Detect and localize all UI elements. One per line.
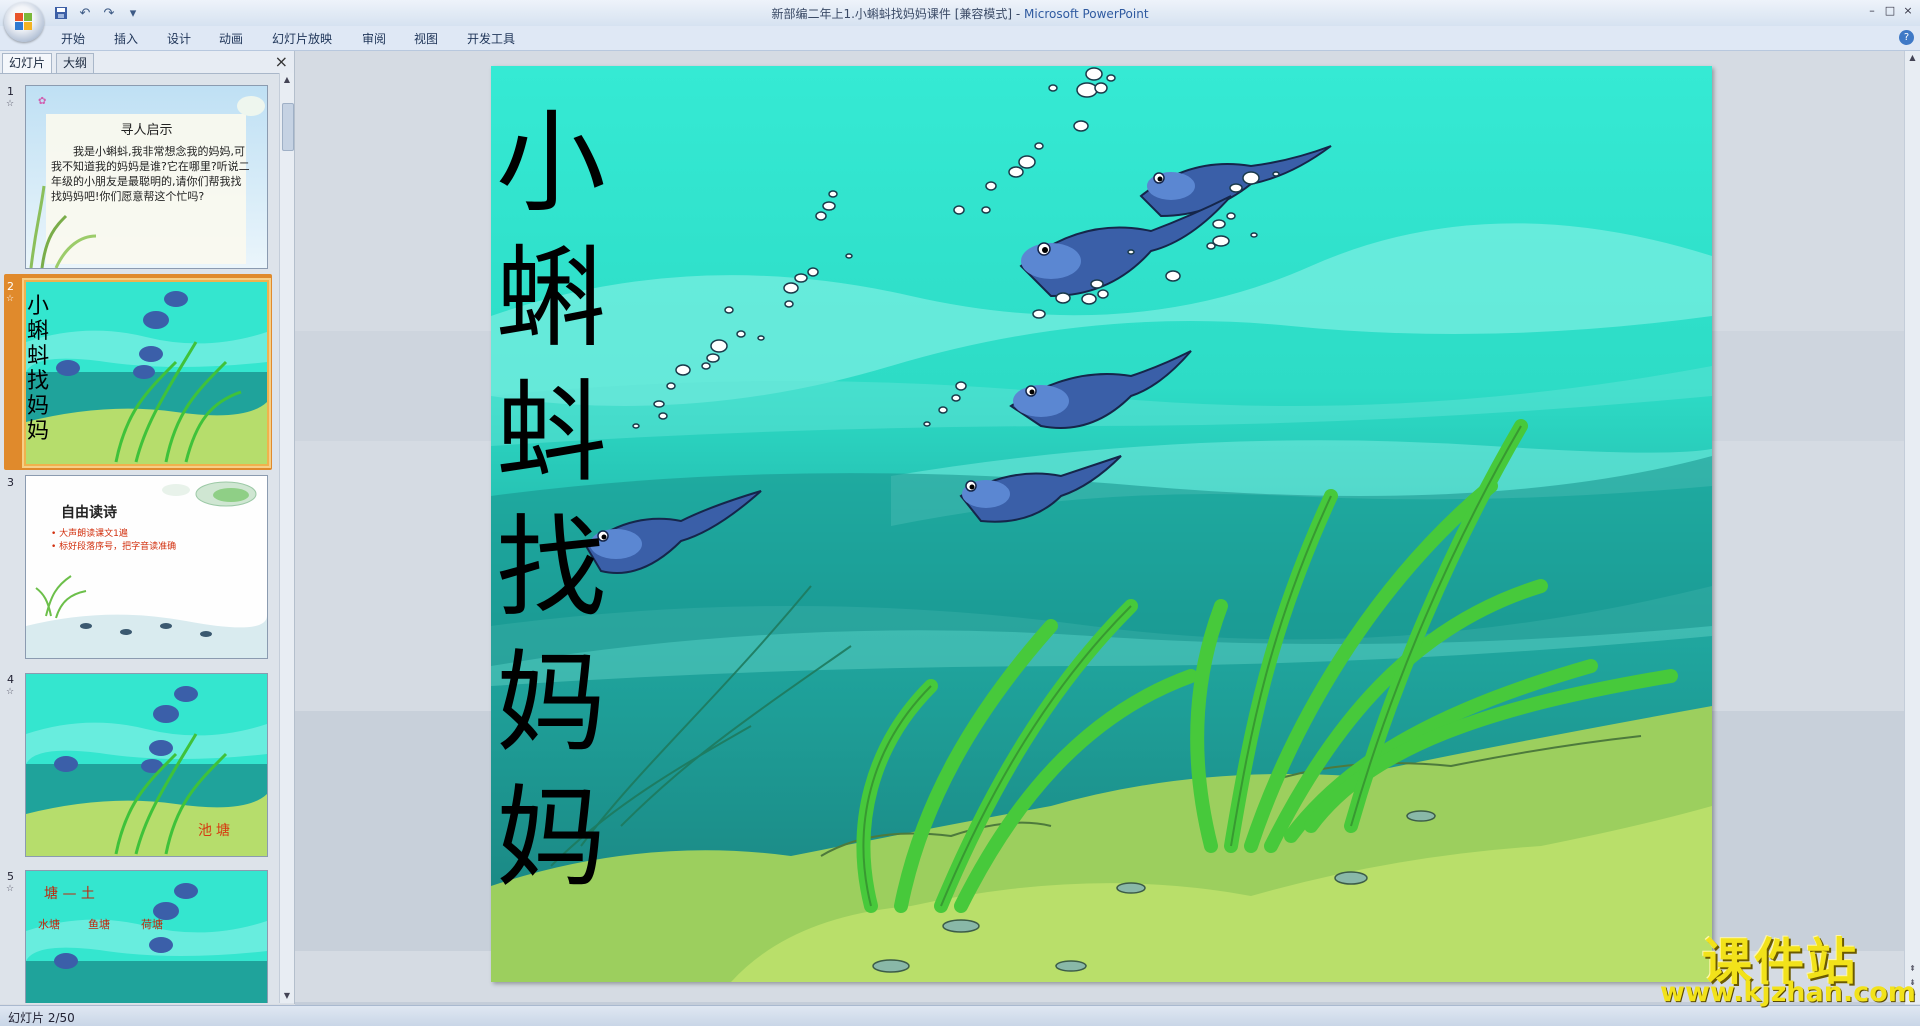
slide-5-word: 水塘 [38, 918, 60, 931]
current-slide[interactable]: 小 蝌 蚪 找 妈 妈 [491, 66, 1712, 982]
tab-review[interactable]: 审阅 [362, 30, 386, 47]
slide-number: 4 [7, 673, 14, 686]
tab-view[interactable]: 视图 [414, 30, 438, 47]
slide-1-title: 寻人启示 [120, 123, 173, 138]
slide-number: 3 [7, 476, 14, 489]
slide-title[interactable]: 小 蝌 蚪 找 妈 妈 [491, 96, 611, 906]
title-char: 蝌 [496, 234, 606, 362]
close-panel-icon[interactable]: × [275, 52, 288, 71]
title-char: 找 [496, 504, 606, 632]
tab-slides[interactable]: 幻灯片 [2, 53, 53, 73]
slide-2-title: 小蝌蚪找妈妈 [26, 294, 49, 444]
slide-5-title: 塘 — 土 [44, 886, 95, 902]
slide-thumbnails: 1 ☆ ✿ 寻人启示 我是小蝌蚪,我非常想念我的妈妈,可我不知道我的妈妈是谁?它… [0, 81, 278, 1003]
title-char: 蚪 [496, 369, 606, 497]
panel-scrollbar[interactable]: ▲ ▼ [279, 73, 294, 1003]
close-button[interactable]: × [1900, 2, 1916, 18]
title-char: 小 [496, 99, 606, 227]
office-button[interactable] [4, 2, 44, 42]
slide-thumbnail-5[interactable]: 塘 — 土 水塘 鱼塘 荷塘 [25, 870, 268, 1003]
animation-star-icon: ☆ [6, 687, 15, 697]
slide-thumbnail-2[interactable]: 小蝌蚪找妈妈 [24, 280, 269, 466]
title-bar: ↶ ↷ ▾ 新部编二年上1.小蝌蚪找妈妈课件 [兼容模式] - Microsof… [0, 0, 1920, 42]
slide-3-bullet: • 标好段落序号，把字音读准确 [51, 542, 177, 552]
tab-animation[interactable]: 动画 [219, 30, 243, 47]
slide-4-label: 池塘 [198, 823, 234, 839]
title-char: 妈 [496, 639, 606, 767]
animation-star-icon: ☆ [6, 99, 15, 109]
slide-illustration [491, 66, 1712, 982]
ribbon-tabs: 开始 插入 设计 动画 幻灯片放映 审阅 视图 开发工具 ? [0, 26, 1920, 51]
editor-scrollbar[interactable]: ▲ ⇞ ⇟ ▼ [1904, 51, 1920, 1004]
slide-1-body: 我是小蝌蚪,我非常想念我的妈妈,可我不知道我的妈妈是谁?它在哪里?听说二年级的小… [51, 145, 250, 203]
slide-3-title: 自由读诗 [61, 505, 117, 521]
tab-outline[interactable]: 大纲 [56, 53, 95, 73]
slide-thumbnail-4[interactable]: 池塘 [25, 673, 268, 857]
scroll-down-icon[interactable]: ▼ [280, 989, 294, 1003]
slides-panel: 幻灯片 大纲 × 1 ☆ ✿ 寻人启示 我是小蝌蚪,我非常想念我的妈妈,可我不知… [0, 51, 295, 1004]
animation-star-icon: ☆ [6, 884, 15, 894]
maximize-button[interactable]: □ [1882, 2, 1898, 18]
panel-tabs: 幻灯片 大纲 × [0, 51, 294, 74]
animation-star-icon: ☆ [6, 294, 15, 304]
minimize-button[interactable]: – [1864, 2, 1880, 18]
tab-insert[interactable]: 插入 [114, 30, 138, 47]
help-icon[interactable]: ? [1899, 30, 1914, 45]
tab-slideshow[interactable]: 幻灯片放映 [272, 30, 332, 47]
tab-developer[interactable]: 开发工具 [467, 30, 515, 47]
slide-thumbnail-3[interactable]: 自由读诗 • 大声朗读课文1遍 • 标好段落序号，把字音读准确 [25, 475, 268, 659]
scroll-thumb[interactable] [282, 103, 294, 151]
slide-thumbnail-1[interactable]: ✿ 寻人启示 我是小蝌蚪,我非常想念我的妈妈,可我不知道我的妈妈是谁?它在哪里?… [25, 85, 268, 269]
slide-5-word: 鱼塘 [88, 918, 110, 931]
slide-3-bullet: • 大声朗读课文1遍 [51, 529, 128, 539]
scroll-up-icon[interactable]: ▲ [1905, 51, 1920, 65]
office-logo-icon [15, 13, 33, 31]
title-char: 妈 [496, 774, 606, 902]
svg-text:✿: ✿ [38, 96, 46, 107]
watermark-logo: 课件站 www.kjzhan.com [1660, 922, 1916, 1008]
window-title: 新部编二年上1.小蝌蚪找妈妈课件 [兼容模式] - Microsoft Powe… [771, 7, 1149, 21]
previous-slide-icon[interactable]: ⇞ [1905, 962, 1920, 976]
slide-number: 5 [7, 870, 14, 883]
watermark-url: www.kjzhan.com [1660, 977, 1916, 1008]
slide-number: 1 [7, 85, 14, 98]
tab-design[interactable]: 设计 [167, 30, 191, 47]
window-controls: – □ × [1864, 2, 1916, 18]
slide-number: 2 [7, 280, 14, 293]
slide-5-word: 荷塘 [141, 918, 163, 931]
status-bar: 幻灯片 2/50 [0, 1005, 1920, 1026]
tab-home[interactable]: 开始 [61, 30, 85, 47]
scroll-up-icon[interactable]: ▲ [280, 73, 294, 87]
slide-counter: 幻灯片 2/50 [8, 1011, 75, 1025]
